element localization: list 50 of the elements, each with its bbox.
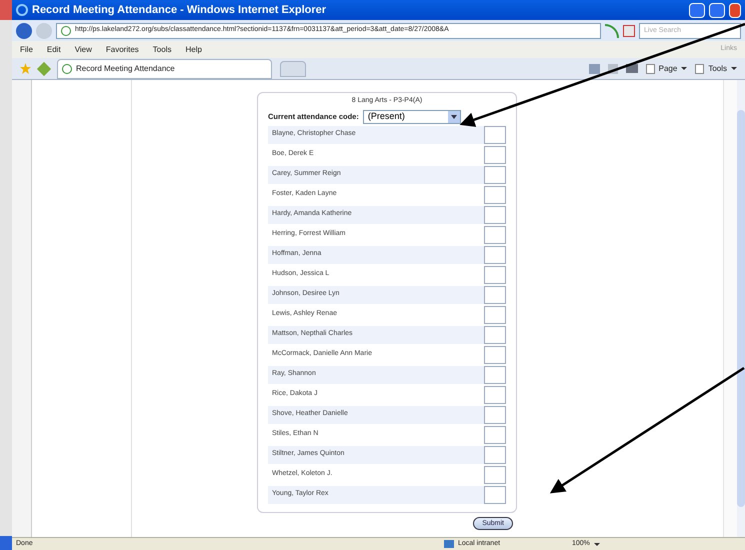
- site-icon: [61, 26, 71, 36]
- menu-item[interactable]: Favorites: [106, 44, 139, 56]
- attendance-checkbox[interactable]: [484, 126, 506, 144]
- attendance-checkbox[interactable]: [484, 326, 506, 344]
- attendance-checkbox[interactable]: [484, 466, 506, 484]
- window-title: Record Meeting Attendance - Windows Internet Explorer: [32, 2, 326, 18]
- page-icon: [646, 64, 655, 74]
- attendance-checkbox[interactable]: [484, 366, 506, 384]
- attendance-checkbox[interactable]: [484, 226, 506, 244]
- attendance-checkbox[interactable]: [484, 306, 506, 324]
- attendance-checkbox[interactable]: [484, 286, 506, 304]
- site-icon: [62, 64, 72, 74]
- stop-button[interactable]: [623, 24, 635, 36]
- maximize-button[interactable]: [709, 2, 725, 18]
- attendance-checkbox[interactable]: [484, 446, 506, 464]
- home-icon[interactable]: [588, 64, 600, 74]
- taskbar-edge: [0, 536, 12, 550]
- attendance-checkbox[interactable]: [484, 246, 506, 264]
- refresh-button[interactable]: [605, 24, 619, 38]
- attendance-checkbox[interactable]: [484, 426, 506, 444]
- new-tab-button[interactable]: [280, 60, 306, 76]
- back-button[interactable]: [16, 22, 32, 38]
- minimize-button[interactable]: [689, 2, 705, 18]
- close-button[interactable]: [729, 2, 741, 18]
- attendance-checkbox[interactable]: [484, 186, 506, 204]
- attendance-checkbox[interactable]: [484, 166, 506, 184]
- attendance-checkbox[interactable]: [484, 266, 506, 284]
- attendance-checkbox[interactable]: [484, 486, 506, 504]
- command-button[interactable]: Page: [646, 62, 688, 74]
- attendance-checkbox[interactable]: [484, 146, 506, 164]
- page-icon: [695, 64, 704, 74]
- attendance-checkbox[interactable]: [484, 406, 506, 424]
- command-button[interactable]: Tools: [695, 62, 737, 74]
- network-icon: [444, 540, 454, 548]
- menu-item[interactable]: Help: [185, 44, 202, 56]
- menu-item[interactable]: File: [20, 44, 33, 56]
- attendance-checkbox[interactable]: [484, 206, 506, 224]
- attendance-checkbox[interactable]: [484, 386, 506, 404]
- menu-item[interactable]: Tools: [152, 44, 172, 56]
- browser-tab[interactable]: Record Meeting Attendance: [57, 58, 272, 78]
- menu-item[interactable]: Edit: [46, 44, 61, 56]
- favorites-star-icon[interactable]: [20, 63, 31, 74]
- caret-icon: [594, 542, 600, 546]
- caret-icon: [681, 67, 688, 70]
- attendance-checkbox[interactable]: [484, 346, 506, 364]
- browser-icon: [16, 4, 28, 16]
- menu-item[interactable]: View: [74, 44, 92, 56]
- code-dropdown[interactable]: (Present): [362, 110, 461, 124]
- caret-icon: [731, 67, 737, 70]
- vertical-scrollbar[interactable]: [737, 80, 745, 537]
